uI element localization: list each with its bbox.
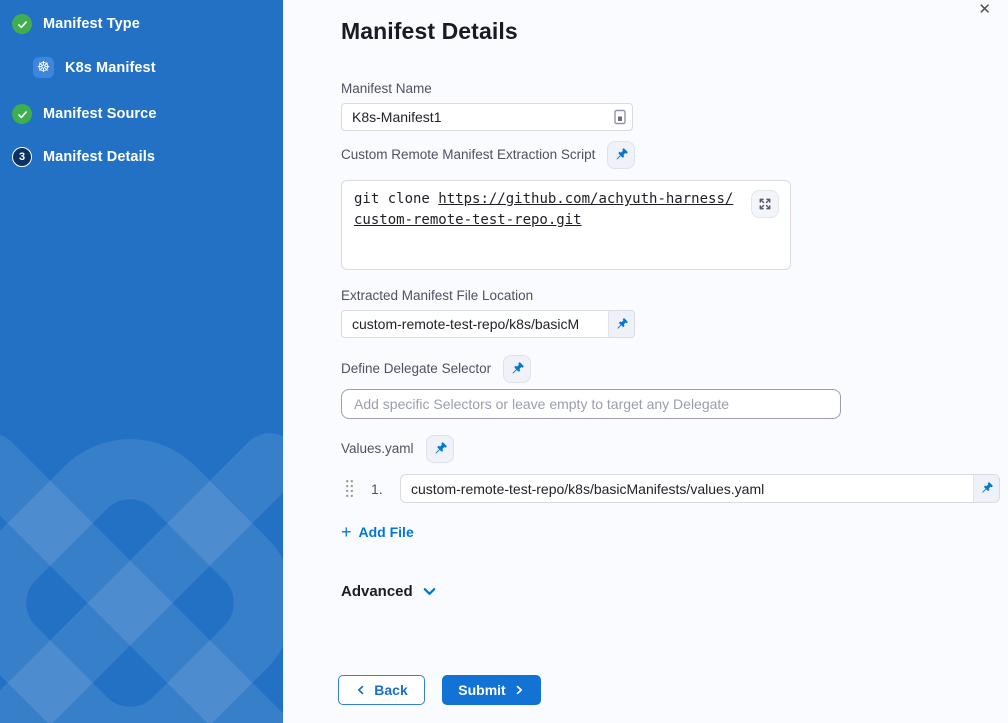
manifest-name-label: Manifest Name (341, 80, 1008, 98)
add-file-label: Add File (359, 524, 414, 540)
manifest-details-panel: ✕ Manifest Details Manifest Name Custom … (283, 0, 1008, 723)
submit-button-label: Submit (458, 682, 505, 698)
extraction-script-label: Custom Remote Manifest Extraction Script (341, 146, 595, 164)
file-location-field (341, 310, 635, 338)
chevron-right-icon (513, 684, 525, 696)
values-yaml-row: 1. (341, 474, 1008, 503)
close-icon[interactable]: ✕ (978, 0, 991, 20)
check-circle-icon (12, 14, 32, 34)
values-yaml-label: Values.yaml (341, 440, 414, 458)
runtime-input-pin-button[interactable] (503, 355, 531, 383)
back-button-label: Back (374, 682, 407, 698)
advanced-label: Advanced (341, 583, 413, 600)
step-number-badge: 3 (12, 147, 32, 167)
file-location-input[interactable] (342, 311, 608, 337)
script-text: git clone https://github.com/achyuth-har… (354, 189, 739, 231)
advanced-section-toggle[interactable]: Advanced (341, 583, 451, 600)
row-index: 1. (371, 481, 391, 497)
manifest-name-input[interactable] (342, 104, 608, 130)
step-label: Manifest Type (43, 16, 140, 32)
chevron-left-icon (355, 684, 367, 696)
script-command: git clone (354, 191, 438, 207)
edit-name-icon[interactable] (608, 109, 632, 125)
sidebar-step-manifest-details[interactable]: 3 Manifest Details (12, 147, 155, 167)
pin-icon[interactable] (973, 475, 999, 502)
runtime-input-pin-button[interactable] (607, 141, 635, 169)
expand-icon[interactable] (751, 190, 779, 218)
check-circle-icon (12, 104, 32, 124)
extraction-script-label-row: Custom Remote Manifest Extraction Script (341, 141, 1008, 169)
manifest-name-field (341, 103, 633, 131)
delegate-selector-input[interactable] (341, 389, 841, 419)
drag-handle-icon[interactable] (345, 479, 354, 498)
step-label: Manifest Details (43, 149, 155, 165)
script-repo-url-line2: custom-remote-test-repo.git (354, 210, 582, 231)
sidebar-step-manifest-type[interactable]: Manifest Type (12, 14, 140, 34)
page-title: Manifest Details (341, 16, 1008, 46)
sidebar-step-manifest-source[interactable]: Manifest Source (12, 104, 157, 124)
step-label: K8s Manifest (65, 60, 156, 76)
harness-logo-watermark (0, 388, 283, 723)
submit-button[interactable]: Submit (442, 675, 541, 705)
plus-icon: + (341, 524, 352, 540)
kubernetes-icon: ☸ (33, 57, 54, 78)
file-location-label: Extracted Manifest File Location (341, 287, 1008, 305)
manifest-wizard-dialog: Manifest Type ☸ K8s Manifest Manifest So… (0, 0, 1008, 723)
values-file-input[interactable] (401, 475, 973, 502)
values-file-field (400, 474, 1000, 503)
wizard-footer: Back Submit (338, 675, 1008, 705)
chevron-down-icon (422, 584, 437, 599)
back-button[interactable]: Back (338, 675, 425, 705)
wizard-sidebar: Manifest Type ☸ K8s Manifest Manifest So… (0, 0, 283, 723)
sidebar-substep-k8s-manifest[interactable]: ☸ K8s Manifest (33, 57, 156, 78)
delegate-selector-label: Define Delegate Selector (341, 360, 491, 378)
step-label: Manifest Source (43, 106, 157, 122)
extraction-script-editor[interactable]: git clone https://github.com/achyuth-har… (341, 180, 791, 270)
delegate-selector-label-row: Define Delegate Selector (341, 355, 1008, 383)
script-repo-url-line1: https://github.com/achyuth-harness/ (438, 189, 733, 210)
add-file-button[interactable]: + Add File (341, 524, 414, 540)
values-yaml-label-row: Values.yaml (341, 435, 1008, 463)
runtime-input-pin-button[interactable] (426, 435, 454, 463)
pin-icon[interactable] (608, 311, 634, 337)
